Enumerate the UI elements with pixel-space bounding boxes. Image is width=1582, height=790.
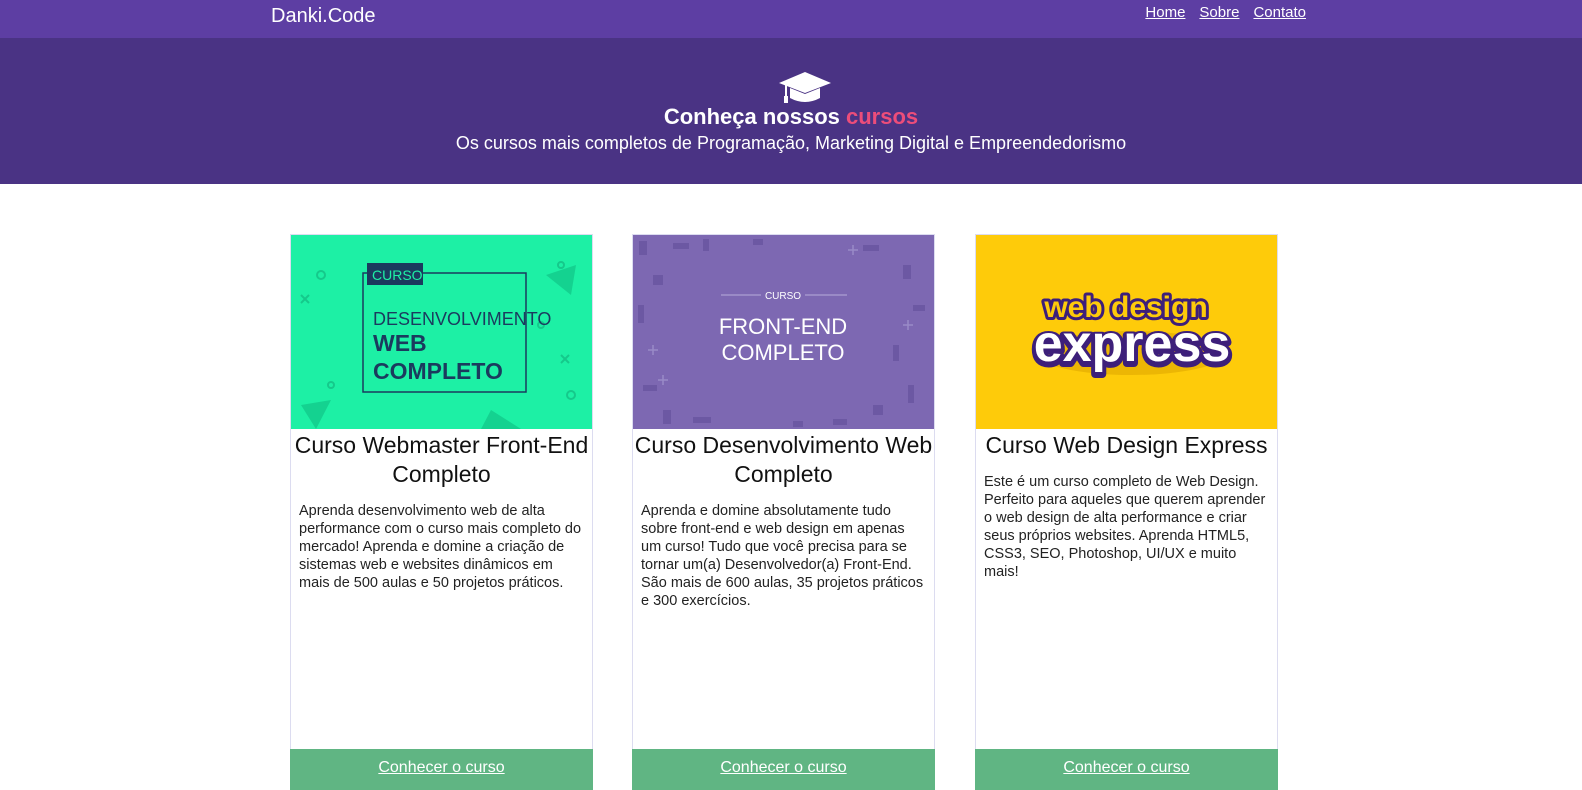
course-title: Curso Webmaster Front-End Completo [294,432,589,487]
course-description: Aprenda desenvolvimento web de alta perf… [299,503,582,591]
thumb-line1: DESENVOLVIMENTO [373,309,551,329]
course-cta-bar: Conhecer o curso [632,749,935,790]
hero-title-highlight: cursos [846,104,919,129]
thumb-tag: CURSO [765,291,801,302]
course-cta-bar: Conhecer o curso [975,749,1278,790]
brand-logo[interactable]: Danki.Code [271,5,376,27]
hero-subtitle: Os cursos mais completos de Programação,… [455,133,1127,153]
nav-home-link[interactable]: Home [1145,4,1185,21]
course-thumbnail[interactable]: CURSO DESENVOLVIMENTO WEB COMPLETO [291,235,592,429]
thumb-line3: COMPLETO [373,358,503,384]
nav-sobre-link[interactable]: Sobre [1199,4,1239,21]
course-card-web-design-express: web design web design express express Cu… [975,234,1278,790]
thumbnail-graphic: web design web design express express [976,235,1277,429]
conhecer-curso-button[interactable]: Conhecer o curso [378,759,504,776]
thumb-line2: express [1034,315,1231,373]
course-card-webmaster: CURSO DESENVOLVIMENTO WEB COMPLETO Curso… [290,234,593,790]
course-title: Curso Web Design Express [985,432,1268,458]
thumb-line2: WEB [373,330,427,356]
course-thumbnail[interactable]: CURSO FRONT-END COMPLETO [633,235,934,429]
thumb-line1: FRONT-END [719,314,847,339]
main-nav: Home Sobre Contato [1145,4,1306,21]
graduation-cap-icon [779,72,831,103]
conhecer-curso-button[interactable]: Conhecer o curso [720,759,846,776]
course-cta-bar: Conhecer o curso [290,749,593,790]
course-card-desenvolvimento-web: CURSO FRONT-END COMPLETO Curso Desenvolv… [632,234,935,790]
nav-contato-link[interactable]: Contato [1253,4,1306,21]
top-navbar: Danki.Code Home Sobre Contato [0,0,1582,38]
thumb-tag: CURSO [372,267,423,283]
hero-title-prefix: Conheça nossos [663,104,846,129]
hero-banner: Conheça nossos cursos Os cursos mais com… [0,38,1582,184]
course-description: Este é um curso completo de Web Design. … [984,474,1266,580]
thumbnail-graphic: CURSO DESENVOLVIMENTO WEB COMPLETO [291,235,592,429]
thumb-line2: COMPLETO [721,340,844,365]
hero-title: Conheça nossos cursos [0,104,1582,130]
thumbnail-graphic: CURSO FRONT-END COMPLETO [633,235,934,429]
course-thumbnail[interactable]: web design web design express express [976,235,1277,429]
conhecer-curso-button[interactable]: Conhecer o curso [1063,759,1189,776]
course-title: Curso Desenvolvimento Web Completo [634,432,933,487]
course-description: Aprenda e domine absolutamente tudo sobr… [641,503,924,609]
